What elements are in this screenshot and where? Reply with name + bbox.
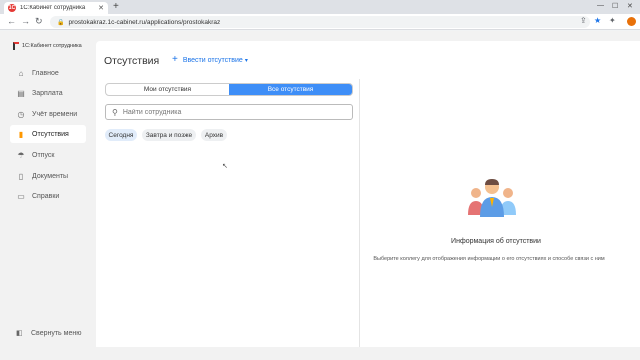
clock-icon: ◷ xyxy=(17,109,25,119)
reload-icon[interactable]: ↻ xyxy=(35,16,43,27)
sidebar-item-label: Главное xyxy=(32,69,59,77)
back-icon[interactable]: ← xyxy=(7,16,16,26)
url-text: prostokakraz.1c-cabinet.ru/applications/… xyxy=(68,18,221,26)
absences-icon: ▮ xyxy=(18,129,24,139)
mouse-cursor-icon: ↖ xyxy=(222,163,228,170)
search-input[interactable] xyxy=(122,108,343,116)
sidebar-item-label: Документы xyxy=(32,172,69,180)
address-bar[interactable]: 🔒 prostokakraz.1c-cabinet.ru/application… xyxy=(50,16,590,28)
collapse-menu-icon: ◧ xyxy=(16,330,23,337)
new-tab-icon[interactable]: + xyxy=(113,1,119,12)
sidebar-item-label: Справки xyxy=(32,192,60,200)
filter-chip-today[interactable]: Сегодня xyxy=(105,129,137,141)
add-absence-button[interactable]: + Ввести отсутствие ▾ xyxy=(172,54,248,65)
absence-tabs: Мои отсутствия Все отсутствия xyxy=(105,83,353,96)
sidebar-item-certificates[interactable]: ▭ Справки xyxy=(10,187,86,205)
main-panel: Отсутствия + Ввести отсутствие ▾ Мои отс… xyxy=(96,41,640,347)
bookmark-star-icon[interactable]: ★ xyxy=(594,16,601,25)
sidebar-item-time-tracking[interactable]: ◷ Учёт времени xyxy=(10,105,86,123)
sidebar: 1С:Кабинет сотрудника ⌂ Главное ▤ Зарпла… xyxy=(0,31,92,360)
close-icon[interactable]: ✕ xyxy=(98,4,104,12)
browser-toolbar: ← → ↻ 🔒 prostokakraz.1c-cabinet.ru/appli… xyxy=(0,14,640,30)
page-title: Отсутствия xyxy=(104,55,160,67)
collapse-menu-label: Свернуть меню xyxy=(31,329,82,337)
tab-my-absences[interactable]: Мои отсутствия xyxy=(106,84,229,95)
sidebar-item-label: Зарплата xyxy=(32,89,63,97)
certificate-icon: ▭ xyxy=(17,191,25,201)
search-icon: ⚲ xyxy=(112,107,118,117)
info-description: Выберите коллегу для отображения информа… xyxy=(373,256,605,262)
logo-text: 1С:Кабинет сотрудника xyxy=(22,43,82,49)
window-close-icon[interactable]: ✕ xyxy=(627,2,633,10)
profile-avatar[interactable] xyxy=(627,17,636,26)
sidebar-item-label: Учёт времени xyxy=(32,110,78,118)
minimize-icon[interactable]: — xyxy=(597,2,604,9)
sidebar-item-home[interactable]: ⌂ Главное xyxy=(10,64,86,82)
tab-title: 1С:Кабинет сотрудника xyxy=(20,5,86,11)
app-container: 1С:Кабинет сотрудника ⌂ Главное ▤ Зарпла… xyxy=(0,31,640,360)
maximize-icon[interactable]: ☐ xyxy=(612,2,618,10)
tab-favicon-icon: 1C xyxy=(8,4,16,12)
panel-divider xyxy=(359,79,360,347)
sidebar-item-label: Отпуск xyxy=(32,151,55,159)
home-icon: ⌂ xyxy=(18,68,24,78)
logo-mark-icon xyxy=(13,42,19,50)
forward-icon[interactable]: → xyxy=(21,16,30,26)
colleagues-illustration-icon xyxy=(468,179,516,217)
search-box[interactable]: ⚲ xyxy=(105,104,353,120)
sidebar-item-label: Отсутствия xyxy=(32,130,69,138)
extensions-icon[interactable]: ✦ xyxy=(609,16,616,25)
lock-icon: 🔒 xyxy=(57,19,65,26)
browser-tab-bar: 1C 1С:Кабинет сотрудника ✕ + — ☐ ✕ xyxy=(0,0,640,14)
browser-tab[interactable]: 1C 1С:Кабинет сотрудника ✕ xyxy=(4,2,108,14)
filter-chip-tomorrow-later[interactable]: Завтра и позже xyxy=(142,129,196,141)
sidebar-item-absences[interactable]: ▮ Отсутствия xyxy=(10,125,86,143)
share-icon[interactable]: ⇪ xyxy=(580,16,587,25)
collapse-menu-button[interactable]: ◧ Свернуть меню xyxy=(16,329,82,338)
chevron-down-icon: ▾ xyxy=(244,57,248,64)
sidebar-item-salary[interactable]: ▤ Зарплата xyxy=(10,84,86,102)
filter-chip-archive[interactable]: Архив xyxy=(201,129,227,141)
sidebar-item-vacation[interactable]: ☂ Отпуск xyxy=(10,146,86,164)
add-absence-label: Ввести отсутствие xyxy=(182,56,243,64)
tab-all-absences[interactable]: Все отсутствия xyxy=(229,84,352,95)
wallet-icon: ▤ xyxy=(17,88,25,98)
logo[interactable]: 1С:Кабинет сотрудника xyxy=(13,42,82,50)
document-icon: ▯ xyxy=(18,171,24,181)
sidebar-item-documents[interactable]: ▯ Документы xyxy=(10,167,86,185)
vacation-icon: ☂ xyxy=(17,150,25,160)
info-title: Информация об отсутствии xyxy=(451,238,541,245)
plus-icon: + xyxy=(172,54,178,65)
